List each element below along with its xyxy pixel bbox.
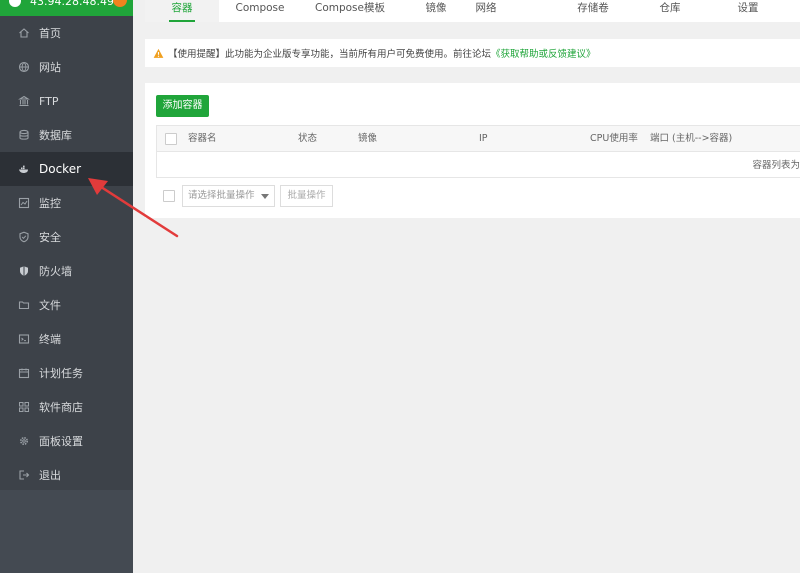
apps-icon xyxy=(18,401,30,413)
sidebar-item-label: FTP xyxy=(39,94,59,108)
annotation-arrow-icon xyxy=(88,178,179,238)
sidebar-item-label: 退出 xyxy=(39,469,61,482)
sidebar-item-home[interactable]: 首页 xyxy=(0,16,133,50)
sidebar-item-label: 监控 xyxy=(39,197,61,210)
sidebar-item-files[interactable]: 文件 xyxy=(0,288,133,322)
sidebar-footer xyxy=(0,490,133,573)
sidebar-item-terminal[interactable]: 终端 xyxy=(0,322,133,356)
tab-containers[interactable]: 容器 xyxy=(145,0,219,22)
container-panel: 添加容器 容器名 状态 镜像 IP CPU使用率 端口 (主机-->容器) 容器… xyxy=(145,83,800,218)
tab-label: 设置 xyxy=(737,2,759,14)
logout-icon xyxy=(18,469,30,481)
sidebar-item-logout[interactable]: 退出 xyxy=(0,458,133,492)
column-header-ip[interactable]: IP xyxy=(479,126,488,152)
sidebar-item-cron[interactable]: 计划任务 xyxy=(0,356,133,390)
usage-notice: 【使用提醒】此功能为企业版专享功能，当前所有用户可免费使用。前往论坛 《获取帮助… xyxy=(145,39,800,67)
server-address: 43.94.28.48.49 xyxy=(30,0,114,8)
tab-bar: 容器 Compose Compose模板 镜像 网络 存储卷 仓库 设置 xyxy=(145,0,800,22)
container-table: 容器名 状态 镜像 IP CPU使用率 端口 (主机-->容器) 容器列表为 xyxy=(156,125,800,178)
globe-icon xyxy=(18,61,30,73)
sidebar-item-ftp[interactable]: FTP xyxy=(0,84,133,118)
folder-icon xyxy=(18,299,30,311)
column-header-ports[interactable]: 端口 (主机-->容器) xyxy=(650,126,732,152)
sidebar-item-label: 安全 xyxy=(39,231,61,244)
notice-text: 【使用提醒】此功能为企业版专享功能，当前所有用户可免费使用。前往论坛 xyxy=(168,49,492,60)
empty-table-message: 容器列表为 xyxy=(752,160,800,171)
sidebar-item-label: 防火墙 xyxy=(39,265,72,278)
chevron-down-icon xyxy=(261,194,269,199)
tab-compose-templates[interactable]: Compose模板 xyxy=(310,0,390,22)
column-header-image[interactable]: 镜像 xyxy=(358,126,377,152)
feedback-link[interactable]: 《获取帮助或反馈建议》 xyxy=(491,46,596,60)
column-header-status[interactable]: 状态 xyxy=(298,126,317,152)
sidebar-item-firewall[interactable]: 防火墙 xyxy=(0,254,133,288)
sidebar: 43.94.28.48.49 首页 网站 FTP 数据库 Docker 监控 安… xyxy=(0,0,133,573)
select-all-checkbox[interactable] xyxy=(165,133,177,145)
sidebar-item-label: 计划任务 xyxy=(39,367,83,380)
sidebar-item-label: 面板设置 xyxy=(39,435,83,448)
docker-icon xyxy=(18,163,30,175)
tab-networks[interactable]: 网络 xyxy=(465,0,507,22)
sidebar-item-label: 首页 xyxy=(39,27,61,40)
sidebar-item-label: 软件商店 xyxy=(39,401,83,414)
sidebar-item-label: 数据库 xyxy=(39,129,72,142)
terminal-icon xyxy=(18,333,30,345)
tab-settings[interactable]: 设置 xyxy=(727,0,769,22)
sidebar-item-label: 网站 xyxy=(39,61,61,74)
batch-operation-select[interactable]: 请选择批量操作 xyxy=(182,185,275,207)
tab-compose[interactable]: Compose xyxy=(227,0,293,22)
sidebar-header: 43.94.28.48.49 xyxy=(0,0,133,16)
tab-label: 网络 xyxy=(475,2,497,14)
calendar-icon xyxy=(18,367,30,379)
batch-select-placeholder: 请选择批量操作 xyxy=(188,190,255,201)
warning-icon xyxy=(153,48,164,58)
tab-label: 镜像 xyxy=(425,2,447,14)
sidebar-item-label: 终端 xyxy=(39,333,61,346)
ftp-icon xyxy=(18,95,30,107)
sidebar-item-label: 文件 xyxy=(39,299,61,312)
tab-registry[interactable]: 仓库 xyxy=(649,0,691,22)
logo-icon xyxy=(9,0,21,7)
sidebar-item-label: Docker xyxy=(39,162,82,176)
tab-label: Compose xyxy=(235,2,285,14)
gear-icon xyxy=(18,435,30,447)
home-icon xyxy=(18,27,30,39)
shield-icon xyxy=(18,231,30,243)
notification-badge[interactable] xyxy=(113,0,127,7)
sidebar-item-database[interactable]: 数据库 xyxy=(0,118,133,152)
monitor-icon xyxy=(18,197,30,209)
sidebar-item-panel-settings[interactable]: 面板设置 xyxy=(0,424,133,458)
tab-label: Compose模板 xyxy=(314,2,385,14)
firewall-icon xyxy=(18,265,30,277)
add-container-button[interactable]: 添加容器 xyxy=(156,95,209,117)
tab-label: 存储卷 xyxy=(577,2,609,14)
sidebar-menu: 首页 网站 FTP 数据库 Docker 监控 安全 防火墙 文件 终端 计划任… xyxy=(0,16,133,492)
tab-images[interactable]: 镜像 xyxy=(415,0,457,22)
sidebar-item-app-store[interactable]: 软件商店 xyxy=(0,390,133,424)
tab-label: 容器 xyxy=(171,2,193,14)
database-icon xyxy=(18,129,30,141)
batch-operation-button[interactable]: 批量操作 xyxy=(280,185,333,207)
tab-label: 仓库 xyxy=(659,2,681,14)
table-header: 容器名 状态 镜像 IP CPU使用率 端口 (主机-->容器) xyxy=(157,126,800,152)
column-header-cpu[interactable]: CPU使用率 xyxy=(590,126,638,152)
column-header-name[interactable]: 容器名 xyxy=(188,126,217,152)
tab-volumes[interactable]: 存储卷 xyxy=(569,0,617,22)
sidebar-item-website[interactable]: 网站 xyxy=(0,50,133,84)
active-tab-underline xyxy=(169,20,195,22)
